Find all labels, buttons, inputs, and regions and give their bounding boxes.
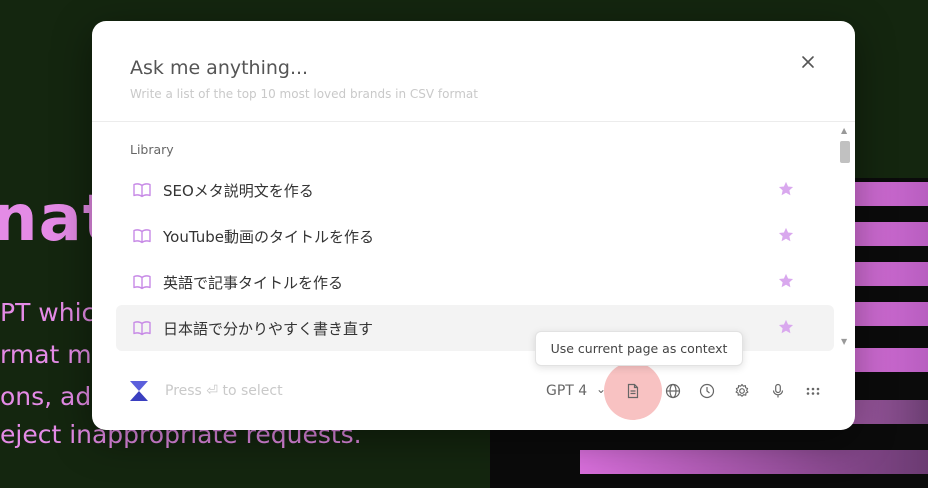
scrollbar-thumb[interactable] — [840, 141, 850, 163]
background-text-line: PT whic — [0, 298, 96, 327]
settings-button[interactable] — [733, 382, 751, 400]
list-item[interactable]: SEOメタ説明文を作る — [116, 167, 834, 213]
scroll-up-icon[interactable]: ▲ — [841, 126, 847, 135]
voice-input-button[interactable] — [769, 382, 787, 400]
book-icon — [133, 274, 153, 290]
gear-icon — [735, 383, 749, 397]
background-bar — [852, 182, 928, 206]
book-icon — [133, 228, 153, 244]
list-item[interactable]: YouTube動画のタイトルを作る — [116, 213, 834, 259]
background-text-line: ons, ad — [0, 382, 92, 411]
star-icon[interactable] — [777, 226, 795, 244]
background-text-line: rmat m — [0, 340, 92, 369]
library-list: SEOメタ説明文を作る YouTube動画のタイトルを作る 英語で記事タイトルを… — [116, 167, 834, 351]
tooltip: Use current page as context — [535, 331, 743, 366]
star-icon[interactable] — [777, 318, 795, 336]
divider — [92, 121, 855, 122]
clock-icon — [699, 383, 715, 399]
background-bar — [852, 348, 928, 372]
book-icon — [133, 320, 153, 336]
scrollbar[interactable]: ▲ ▼ — [837, 123, 853, 353]
list-item-label: 日本語で分かりやすく書き直す — [163, 319, 374, 338]
grid-icon — [806, 387, 820, 395]
document-icon — [627, 383, 639, 399]
microphone-icon — [772, 383, 784, 398]
list-item-label: 英語で記事タイトルを作る — [163, 273, 344, 292]
star-icon[interactable] — [777, 180, 795, 198]
more-apps-button[interactable] — [804, 382, 822, 400]
prompt-input[interactable]: Ask me anything... — [130, 57, 308, 79]
use-page-context-button[interactable] — [624, 382, 642, 400]
hourglass-logo-icon — [130, 381, 148, 401]
star-icon[interactable] — [777, 272, 795, 290]
history-button[interactable] — [698, 382, 716, 400]
list-item-label: SEOメタ説明文を作る — [163, 181, 314, 200]
model-selector[interactable]: GPT 4 — [546, 383, 587, 399]
select-hint: Press ⏎ to select — [165, 383, 283, 399]
prompt-hint: Write a list of the top 10 most loved br… — [130, 87, 478, 101]
background-bar — [852, 222, 928, 246]
background-bar — [852, 302, 928, 326]
close-button[interactable] — [798, 52, 818, 72]
scroll-down-icon[interactable]: ▼ — [841, 337, 847, 346]
footer-bar: Press ⏎ to select GPT 4 ⌄ — [92, 356, 855, 430]
close-icon — [802, 56, 814, 68]
section-label: Library — [130, 142, 174, 157]
list-item-label: YouTube動画のタイトルを作る — [163, 227, 374, 246]
book-icon — [133, 182, 153, 198]
assistant-popup: Ask me anything... Write a list of the t… — [92, 21, 855, 430]
globe-icon — [665, 383, 681, 399]
background-bar — [852, 262, 928, 286]
list-item[interactable]: 英語で記事タイトルを作る — [116, 259, 834, 305]
background-bar — [852, 400, 928, 424]
background-bar — [580, 450, 928, 474]
web-search-button[interactable] — [664, 382, 682, 400]
